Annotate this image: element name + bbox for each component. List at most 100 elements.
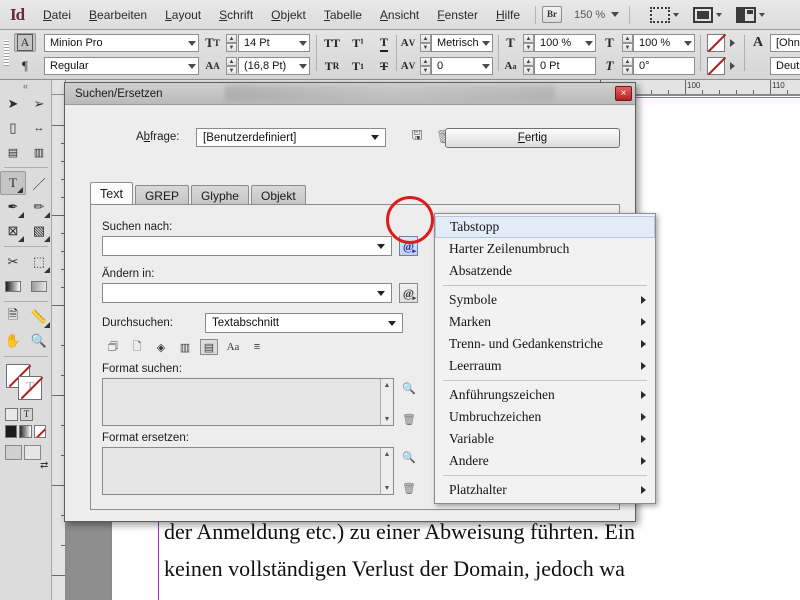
tracking-stepper-up[interactable]: ▲ xyxy=(420,57,431,66)
whole-word-icon[interactable]: ≡ xyxy=(248,339,266,355)
vertical-scale-stepper-up[interactable]: ▲ xyxy=(523,34,534,43)
menu-item-symbole[interactable]: Symbole xyxy=(435,289,655,311)
menu-datei[interactable]: Datei xyxy=(34,0,80,30)
replace-format-settings-icon[interactable]: 🔍 xyxy=(401,449,417,465)
include-locked-layers-icon[interactable]: 🗇 xyxy=(104,339,122,355)
change-to-chevron-down-icon[interactable] xyxy=(377,291,385,296)
font-size-chevron-icon[interactable] xyxy=(299,41,307,46)
query-chevron-down-icon[interactable] xyxy=(371,135,379,140)
toolbox-grip[interactable]: « xyxy=(0,80,51,92)
tab-glyphe[interactable]: Glyphe xyxy=(191,185,249,205)
workspace-chevron-icon[interactable] xyxy=(759,13,765,17)
font-size-combo[interactable]: 14 Pt xyxy=(238,34,310,52)
horizontal-scale-stepper-down[interactable]: ▼ xyxy=(622,43,633,52)
apply-gradient-button[interactable] xyxy=(19,425,31,438)
tracking-stepper-down[interactable]: ▼ xyxy=(420,66,431,75)
find-format-scroll-down[interactable]: ▼ xyxy=(381,413,393,425)
pen-tool[interactable]: ✒ xyxy=(0,195,26,219)
find-format-scroll-up[interactable]: ▲ xyxy=(381,379,393,391)
skew-stepper[interactable]: ▲ ▼ xyxy=(622,57,633,75)
menu-item-umbruchzeichen[interactable]: Umbruchzeichen xyxy=(435,406,655,428)
dialog-title-bar[interactable]: Suchen/Ersetzen × xyxy=(65,83,635,105)
scissors-tool[interactable]: ✂ xyxy=(0,250,26,274)
bridge-button[interactable]: Br xyxy=(542,6,562,23)
menu-ansicht[interactable]: Ansicht xyxy=(371,0,428,30)
horizontal-scale-chevron-icon[interactable] xyxy=(684,41,692,46)
skew-stepper-up[interactable]: ▲ xyxy=(622,57,633,66)
leading-stepper-down[interactable]: ▼ xyxy=(226,66,237,75)
gradient-swatch-tool[interactable] xyxy=(0,274,26,298)
zoom-level[interactable]: 150 % xyxy=(574,9,605,21)
horizontal-scale-stepper-up[interactable]: ▲ xyxy=(622,34,633,43)
replace-format-scroll-up[interactable]: ▲ xyxy=(381,448,393,460)
baseline-shift-stepper-up[interactable]: ▲ xyxy=(523,57,534,66)
replace-format-scroll-down[interactable]: ▼ xyxy=(381,482,393,494)
close-icon[interactable]: × xyxy=(615,86,632,101)
menu-fenster[interactable]: Fenster xyxy=(428,0,487,30)
skew-field[interactable]: 0° xyxy=(633,57,695,75)
pencil-tool[interactable]: ✏ xyxy=(26,195,52,219)
workspace-switcher-icon[interactable] xyxy=(736,7,756,23)
leading-stepper-up[interactable]: ▲ xyxy=(226,57,237,66)
apply-color-button[interactable] xyxy=(5,425,17,438)
vertical-scale-combo[interactable]: 100 % xyxy=(534,34,596,52)
page-tool[interactable]: ▯ xyxy=(0,116,26,140)
include-master-pages-icon[interactable]: ▥ xyxy=(176,339,194,355)
menu-item-leerraum[interactable]: Leerraum xyxy=(435,355,655,377)
kerning-stepper-up[interactable]: ▲ xyxy=(420,34,431,43)
font-family-chevron-icon[interactable] xyxy=(188,41,196,46)
special-characters-menu[interactable]: Tabstopp Harter Zeilenumbruch Absatzende… xyxy=(434,213,656,504)
preview-mode-button[interactable] xyxy=(24,445,41,460)
change-special-char-button[interactable]: @ ▸ xyxy=(399,283,418,303)
tab-grep[interactable]: GREP xyxy=(135,185,189,205)
type-tool[interactable]: T xyxy=(0,171,26,195)
change-to-combo[interactable] xyxy=(102,283,392,303)
fill-none-swatch[interactable] xyxy=(707,34,725,52)
tab-objekt[interactable]: Objekt xyxy=(251,185,306,205)
menu-schrift[interactable]: Schrift xyxy=(210,0,262,30)
font-size-stepper[interactable]: ▲ ▼ xyxy=(226,34,237,52)
kerning-chevron-icon[interactable] xyxy=(482,41,490,46)
gap-tool[interactable]: ↔ xyxy=(26,116,52,140)
find-format-settings-icon[interactable]: 🔍 xyxy=(401,380,417,396)
tab-text[interactable]: Text xyxy=(90,182,133,205)
find-format-clear-icon[interactable]: 🗑 xyxy=(401,411,417,427)
superscript-button[interactable]: T¹ xyxy=(348,34,368,52)
control-panel-grip[interactable] xyxy=(4,40,9,66)
tracking-combo[interactable]: 0 xyxy=(431,57,493,75)
menu-item-platzhalter[interactable]: Platzhalter xyxy=(435,479,655,501)
vertical-scale-stepper-down[interactable]: ▼ xyxy=(523,43,534,52)
menu-layout[interactable]: Layout xyxy=(156,0,210,30)
menu-item-variable[interactable]: Variable xyxy=(435,428,655,450)
zoom-chevron-down-icon[interactable] xyxy=(611,12,619,17)
horizontal-scale-combo[interactable]: 100 % xyxy=(633,34,695,52)
query-combo[interactable]: [Benutzerdefiniert] xyxy=(196,128,386,147)
kerning-combo[interactable]: Metrisch xyxy=(431,34,493,52)
hand-tool[interactable]: ✋ xyxy=(0,329,26,353)
replace-format-clear-icon[interactable]: 🗑 xyxy=(401,480,417,496)
all-caps-button[interactable]: TT xyxy=(322,34,342,52)
content-collector-tool[interactable]: ▤ xyxy=(0,140,26,164)
menu-item-tabstopp[interactable]: Tabstopp xyxy=(435,216,655,238)
leading-chevron-icon[interactable] xyxy=(299,64,307,69)
format-text-button[interactable]: T xyxy=(20,408,33,421)
replace-format-box[interactable]: ▲ ▼ xyxy=(102,447,394,495)
menu-hilfe[interactable]: Hilfe xyxy=(487,0,529,30)
search-scope-combo[interactable]: Textabschnitt xyxy=(205,313,403,333)
save-query-icon[interactable]: 🖫 xyxy=(408,128,426,146)
font-style-chevron-icon[interactable] xyxy=(188,64,196,69)
search-for-chevron-down-icon[interactable] xyxy=(377,244,385,249)
measure-tool[interactable]: 📏 xyxy=(26,305,52,329)
menu-bearbeiten[interactable]: Bearbeiten xyxy=(80,0,156,30)
font-style-combo[interactable]: Regular xyxy=(44,57,199,75)
menu-item-absatzende[interactable]: Absatzende xyxy=(435,260,655,282)
baseline-shift-field[interactable]: 0 Pt xyxy=(534,57,596,75)
paragraph-formatting-toggle[interactable]: ¶ xyxy=(14,56,36,75)
menu-item-harter-zeilenumbruch[interactable]: Harter Zeilenumbruch xyxy=(435,238,655,260)
screen-mode-icon[interactable] xyxy=(693,7,713,23)
menu-tabelle[interactable]: Tabelle xyxy=(315,0,371,30)
search-for-combo[interactable] xyxy=(102,236,392,256)
menu-item-andere[interactable]: Andere xyxy=(435,450,655,472)
format-container-button[interactable] xyxy=(5,408,18,421)
normal-view-mode-button[interactable] xyxy=(5,445,22,460)
